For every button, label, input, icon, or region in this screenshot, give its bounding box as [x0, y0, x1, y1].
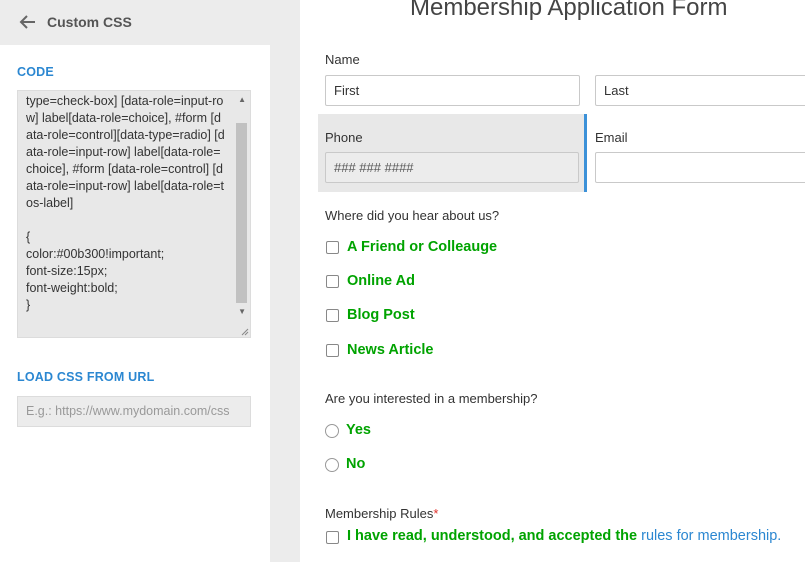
- load-css-url-label: LOAD CSS FROM URL: [17, 370, 155, 384]
- scrollbar-thumb[interactable]: [236, 123, 247, 303]
- hear-about-question: Where did you hear about us?: [325, 208, 500, 223]
- choice-news-article[interactable]: News Article: [347, 342, 434, 358]
- css-code-editor[interactable]: type=check-box] [data-role=input-row] la…: [17, 90, 251, 338]
- rules-link[interactable]: rules for membership: [641, 528, 777, 544]
- checkbox-friend[interactable]: [326, 241, 339, 254]
- membership-rules-label: Membership Rules*: [325, 506, 438, 521]
- back-arrow-icon[interactable]: [19, 13, 37, 31]
- css-url-input[interactable]: E.g.: https://www.mydomain.com/css: [17, 396, 251, 427]
- required-asterisk: *: [433, 506, 439, 521]
- choice-yes[interactable]: Yes: [346, 422, 371, 438]
- css-code-text[interactable]: type=check-box] [data-role=input-row] la…: [26, 93, 226, 314]
- scroll-up-icon[interactable]: ▲: [238, 95, 246, 104]
- tos-text: I have read, understood, and accepted th…: [347, 528, 642, 544]
- radio-yes[interactable]: [325, 424, 339, 438]
- form-preview: Membership Application Form Name First L…: [300, 0, 805, 562]
- resize-grip-icon[interactable]: [239, 326, 249, 336]
- panel-header: Custom CSS: [0, 0, 270, 45]
- scroll-down-icon[interactable]: ▼: [238, 307, 246, 316]
- checkbox-tos[interactable]: [326, 531, 339, 544]
- first-name-input[interactable]: First: [325, 75, 580, 106]
- form-title: Membership Application Form: [410, 0, 728, 21]
- choice-friend[interactable]: A Friend or Colleauge: [347, 239, 497, 255]
- custom-css-panel: Custom CSS CODE type=check-box] [data-ro…: [0, 0, 270, 562]
- membership-question: Are you interested in a membership?: [325, 391, 538, 406]
- choice-no[interactable]: No: [346, 456, 365, 472]
- panel-title: Custom CSS: [47, 14, 132, 30]
- phone-field-selected[interactable]: Phone ### ### ####: [318, 114, 587, 192]
- checkbox-news-article[interactable]: [326, 344, 339, 357]
- phone-label: Phone: [325, 130, 363, 145]
- choice-blog-post[interactable]: Blog Post: [347, 307, 415, 323]
- code-label: CODE: [17, 65, 54, 79]
- rules-label-text: Membership Rules: [325, 506, 434, 521]
- choice-online-ad[interactable]: Online Ad: [347, 273, 415, 289]
- checkbox-online-ad[interactable]: [326, 275, 339, 288]
- name-label: Name: [325, 52, 360, 67]
- email-input[interactable]: [595, 152, 805, 183]
- email-label: Email: [595, 130, 628, 145]
- last-name-input[interactable]: Last: [595, 75, 805, 106]
- tos-label[interactable]: I have read, understood, and accepted th…: [347, 528, 781, 544]
- checkbox-blog-post[interactable]: [326, 309, 339, 322]
- radio-no[interactable]: [325, 458, 339, 472]
- scrollbar[interactable]: ▲ ▼: [234, 91, 250, 337]
- phone-input[interactable]: ### ### ####: [325, 152, 579, 183]
- tos-period: .: [777, 528, 782, 544]
